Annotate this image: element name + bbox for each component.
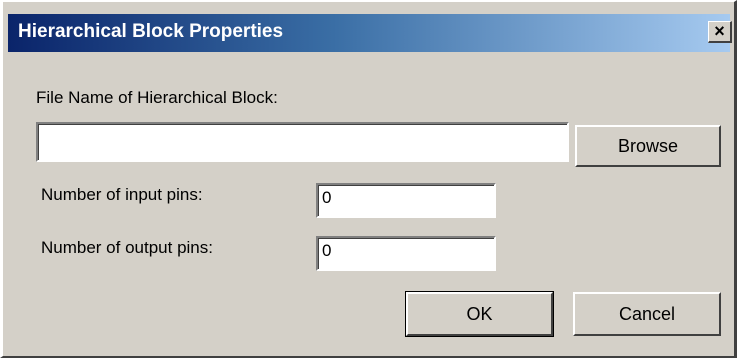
file-name-input[interactable] [36,122,569,162]
cancel-button-label: Cancel [618,304,676,324]
title-bar[interactable]: Hierarchical Block Properties [8,14,730,52]
dialog-window: Hierarchical Block Properties × File Nam… [0,0,737,358]
cancel-button[interactable]: Cancel [573,292,721,336]
input-pins-label: Number of input pins: [41,185,203,204]
browse-button-label: Browse [617,136,679,156]
output-pins-field[interactable]: 0 [316,236,496,271]
output-pins-label: Number of output pins: [41,238,213,257]
browse-button[interactable]: Browse [575,125,721,167]
dialog-title: Hierarchical Block Properties [18,21,284,42]
close-icon: × [714,21,725,41]
input-pins-field[interactable]: 0 [316,183,496,218]
ok-button[interactable]: OK [405,291,554,337]
file-name-label: File Name of Hierarchical Block: [36,88,278,107]
ok-button-label: OK [466,304,493,324]
close-button[interactable]: × [708,21,732,43]
